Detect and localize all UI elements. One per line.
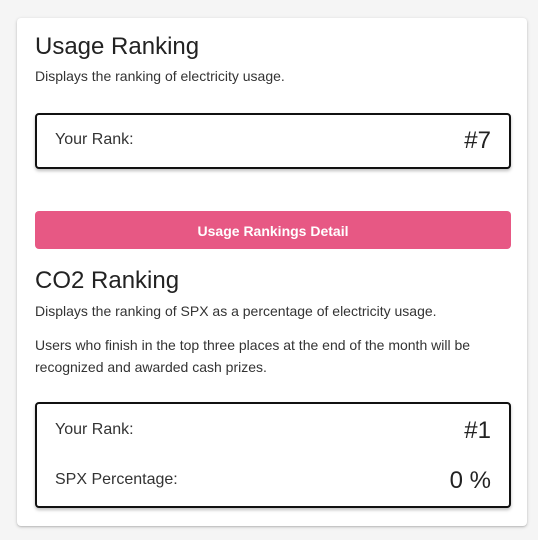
co2-rank-label: Your Rank: (55, 421, 134, 438)
co2-ranking-description: Displays the ranking of SPX as a percent… (35, 303, 437, 319)
usage-rank-value: #7 (464, 127, 491, 154)
usage-rank-box: Your Rank: #7 (35, 113, 511, 169)
spx-percentage-row: SPX Percentage: 0 % (55, 467, 491, 495)
spx-percentage-label: SPX Percentage: (55, 471, 178, 488)
usage-rankings-detail-button[interactable]: Usage Rankings Detail (35, 211, 511, 249)
usage-rank-row: Your Rank: #7 (55, 127, 491, 155)
usage-ranking-title: Usage Ranking (35, 33, 200, 60)
co2-ranking-note: Users who finish in the top three places… (35, 337, 471, 375)
co2-ranking-title: CO2 Ranking (35, 267, 180, 294)
ranking-card: Usage Ranking Displays the ranking of el… (17, 18, 527, 526)
co2-rank-box: Your Rank: #1 SPX Percentage: 0 % (35, 402, 511, 508)
usage-ranking-description: Displays the ranking of electricity usag… (35, 68, 285, 84)
co2-rank-value: #1 (464, 417, 491, 444)
usage-rank-label: Your Rank: (55, 131, 134, 148)
spx-percentage-value: 0 % (449, 467, 491, 494)
co2-rank-row: Your Rank: #1 (55, 417, 491, 445)
